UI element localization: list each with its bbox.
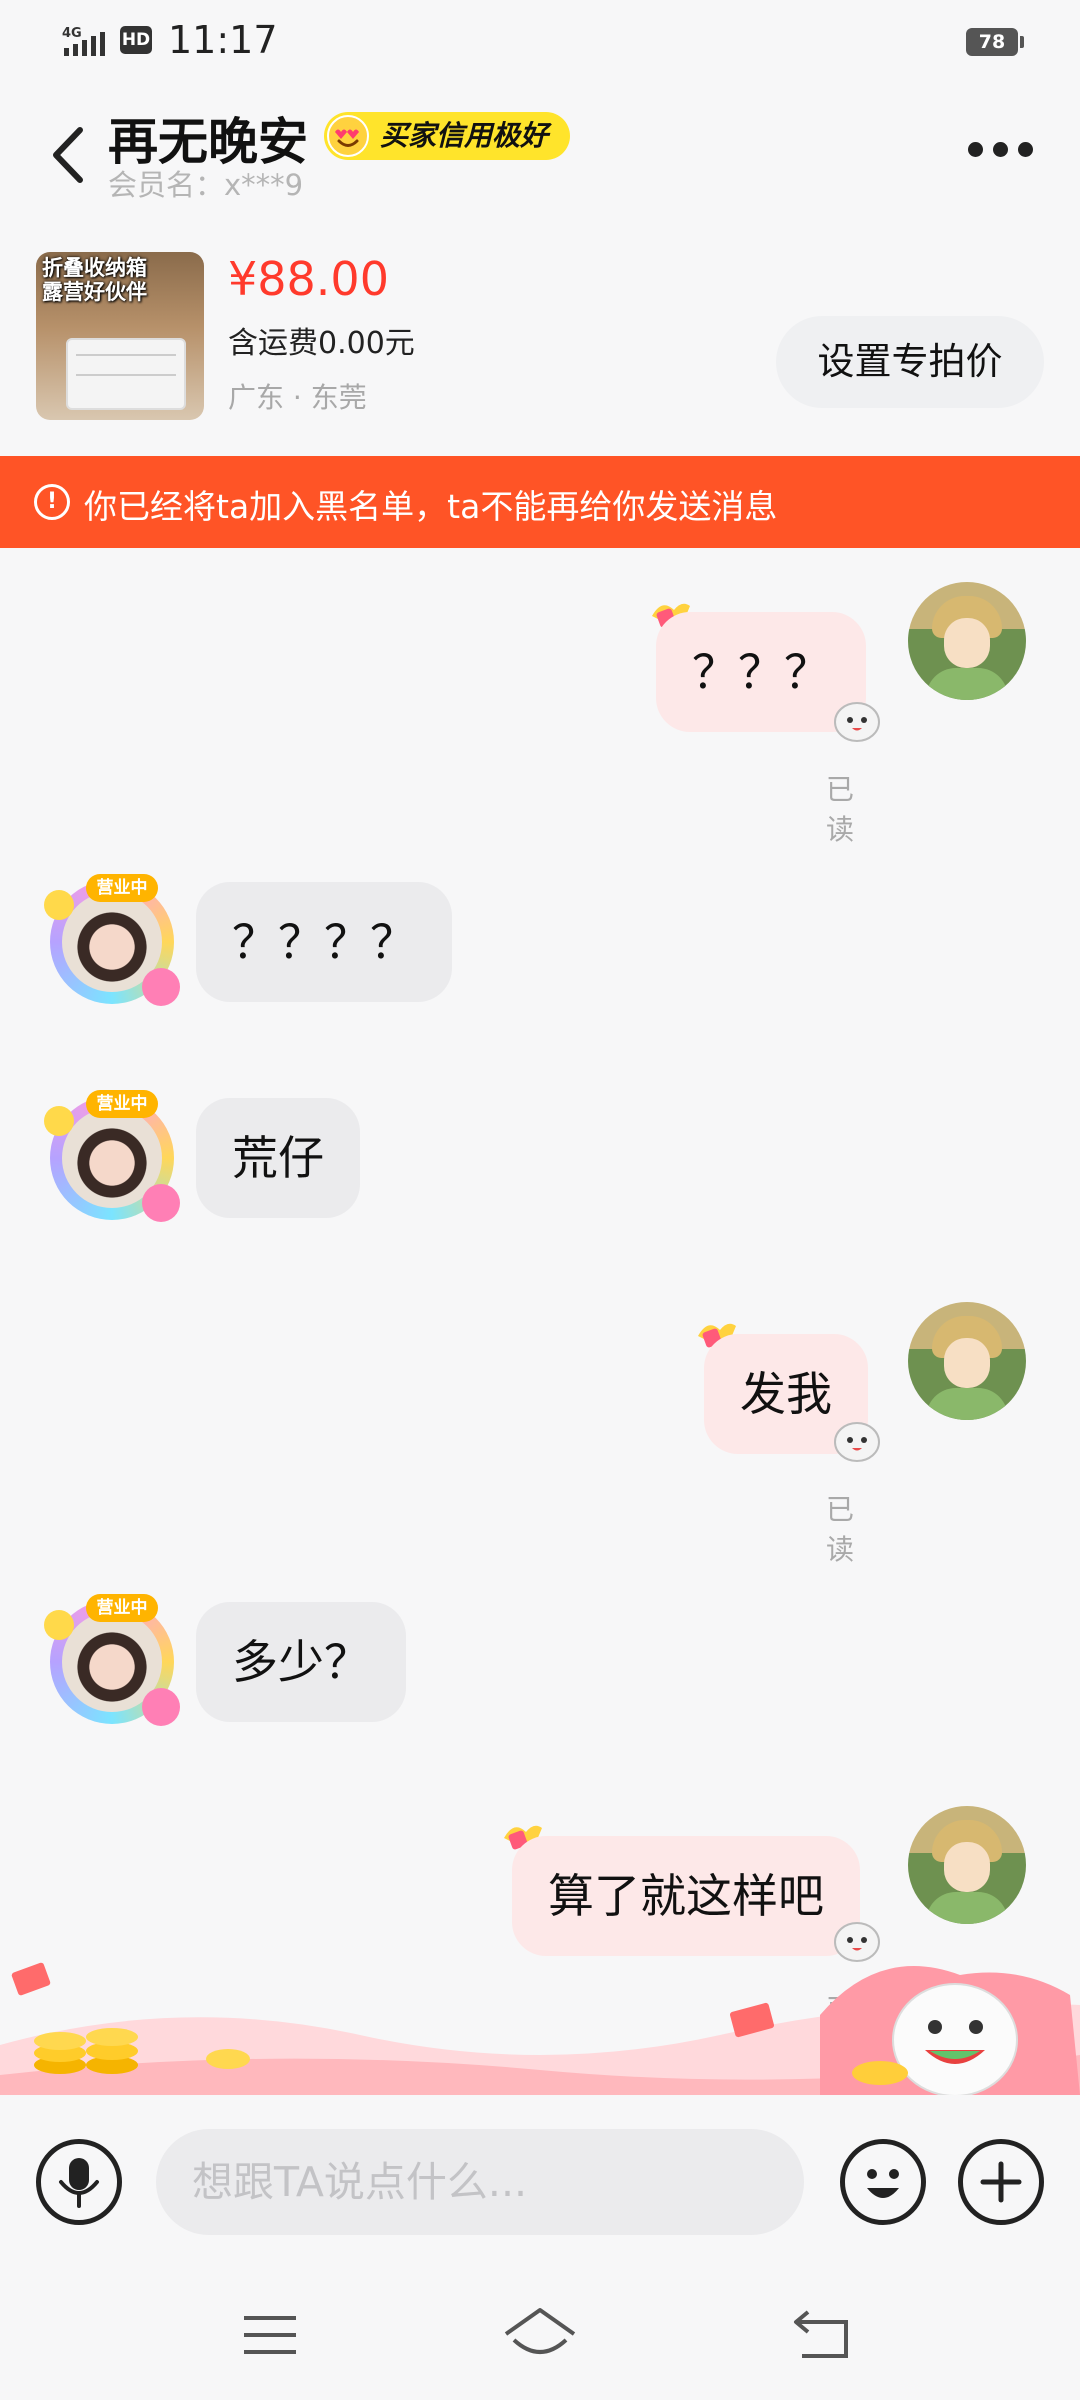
contact-avatar[interactable]: 营业中: [42, 872, 182, 1012]
mascot-icon: [834, 1422, 880, 1462]
set-special-price-button[interactable]: 设置专拍价: [776, 316, 1044, 408]
more-icon[interactable]: [968, 140, 1034, 160]
credit-badge-label: 买家信用极好: [380, 119, 549, 152]
blacklist-banner: ! 你已经将ta加入黑名单，ta不能再给你发送消息: [0, 456, 1080, 548]
banner-text: 你已经将ta加入黑名单，ta不能再给你发送消息: [84, 487, 778, 526]
product-location: 广东 · 东莞: [228, 381, 367, 414]
heart-eyes-emoji-icon: [327, 115, 369, 157]
input-bar: [0, 2095, 1080, 2270]
plus-icon[interactable]: [958, 2139, 1044, 2225]
my-avatar[interactable]: [908, 582, 1026, 700]
message-bubble-in[interactable]: ？？？？: [196, 882, 452, 1002]
read-status: 已读: [826, 1493, 855, 1566]
mascot-large-icon: [892, 1983, 1018, 2095]
network-label: 4G: [62, 26, 82, 41]
mascot-icon: [834, 702, 880, 742]
my-avatar[interactable]: [908, 1302, 1026, 1420]
message-input[interactable]: [156, 2129, 804, 2235]
home-icon[interactable]: [500, 2300, 580, 2370]
contact-avatar[interactable]: 营业中: [42, 1592, 182, 1732]
thumbnail-caption-line1: 折叠收纳箱: [42, 256, 147, 280]
back-icon[interactable]: [44, 120, 94, 190]
menu-icon[interactable]: [230, 2300, 310, 2370]
thumbnail-caption-line2: 露营好伙伴: [42, 280, 147, 304]
avatar-tag: 营业中: [86, 874, 158, 902]
hd-badge: HD: [120, 26, 152, 54]
festive-decoration: [0, 1962, 1080, 2095]
member-name: 会员名：x***9: [108, 168, 304, 202]
my-avatar[interactable]: [908, 1806, 1026, 1924]
read-status: 已读: [826, 773, 855, 846]
avatar-tag: 营业中: [86, 1090, 158, 1118]
credit-badge[interactable]: 买家信用极好: [324, 112, 571, 160]
system-nav-bar: [0, 2270, 1080, 2400]
message-bubble-in[interactable]: 荒仔: [196, 1098, 360, 1218]
warning-icon: !: [34, 484, 70, 520]
battery-indicator: 78: [966, 28, 1024, 56]
product-card[interactable]: 折叠收纳箱 露营好伙伴 ¥88.00 含运费0.00元 广东 · 东莞 设置专拍…: [0, 230, 1080, 456]
signal-icon: 4G: [62, 26, 105, 56]
contact-avatar[interactable]: 营业中: [42, 1088, 182, 1228]
status-bar: 4G HD 11:17 78: [0, 0, 1080, 80]
product-thumbnail[interactable]: 折叠收纳箱 露营好伙伴: [36, 252, 204, 420]
return-icon[interactable]: [782, 2300, 862, 2370]
thumbnail-caption: 折叠收纳箱 露营好伙伴: [42, 256, 147, 304]
avatar-tag: 营业中: [86, 1594, 158, 1622]
message-bubble-in[interactable]: 多少？: [196, 1602, 406, 1722]
status-time: 11:17: [168, 18, 278, 62]
storage-box-image: [66, 338, 186, 410]
product-price: ¥88.00: [228, 252, 389, 306]
chat-header: 再无晚安 买家信用极好 会员名：x***9: [0, 80, 1080, 230]
microphone-icon[interactable]: [36, 2139, 122, 2225]
shipping-fee: 含运费0.00元: [228, 326, 415, 361]
emoji-icon[interactable]: [840, 2139, 926, 2225]
